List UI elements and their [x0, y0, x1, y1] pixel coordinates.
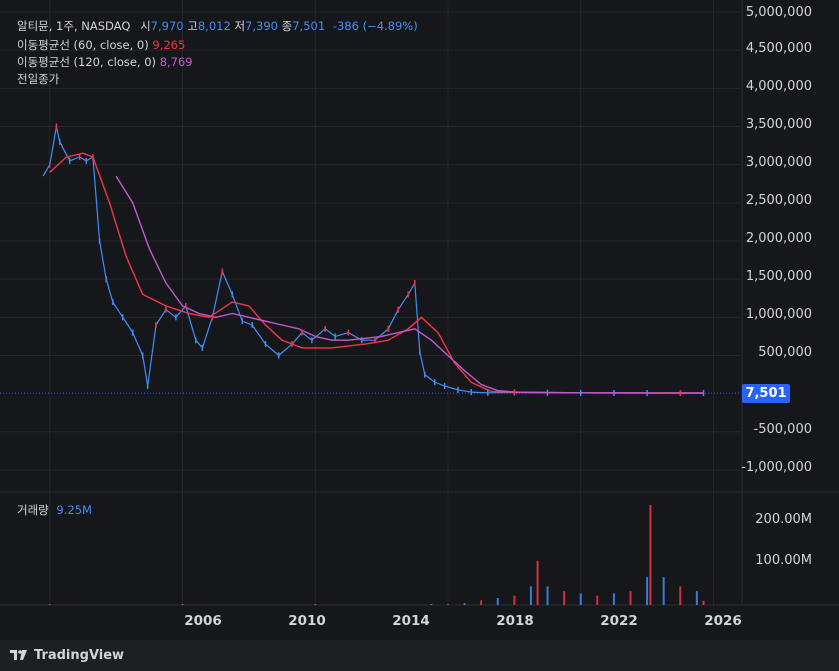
legend-ma120-label: 이동평균선 (120, close, 0) [17, 55, 157, 69]
chart-frame: 알티뮨, 1주, NASDAQ 시7,970 고8,012 저7,390 종7,… [0, 0, 839, 640]
volume-bar [529, 586, 532, 605]
price-tick: 2,000,000 [745, 231, 812, 246]
legend-ma60[interactable]: 이동평균선 (60, close, 0) 9,265 [17, 37, 185, 53]
volume-bar [546, 586, 549, 605]
x-tick: 2014 [392, 613, 430, 629]
legend-close: 7,501 [292, 19, 326, 33]
volume-bar [181, 604, 184, 605]
volume-bar [629, 591, 632, 605]
price-tick: -500,000 [753, 422, 812, 437]
x-tick: 2018 [496, 613, 534, 629]
brand-name: TradingView [34, 648, 125, 663]
price-tick: 3,500,000 [745, 117, 812, 132]
volume-bar [496, 598, 499, 605]
price-tick: 3,000,000 [745, 155, 812, 170]
ma120-line [115, 175, 704, 394]
tradingview-logo-icon [10, 650, 27, 660]
price-tick: 500,000 [758, 345, 812, 360]
volume-tick: 100.00M [755, 553, 812, 568]
legend-ma60-value: 9,265 [152, 38, 186, 52]
legend-open: 7,970 [150, 19, 184, 33]
legend-prev-close-label: 전일종가 [17, 72, 60, 86]
price-tick: 2,500,000 [745, 193, 812, 208]
legend-prev-close[interactable]: 전일종가 [17, 71, 59, 87]
price-tick: 5,000,000 [745, 5, 812, 20]
volume-bar [695, 591, 698, 605]
volume-bar [314, 604, 317, 605]
x-tick: 2026 [704, 613, 742, 629]
legend-ma120[interactable]: 이동평균선 (120, close, 0) 8,769 [17, 54, 193, 70]
volume-bar [480, 600, 483, 605]
volume-bar [662, 577, 665, 605]
volume-bar [513, 595, 516, 605]
volume-bar [579, 593, 582, 605]
price-tick: 4,500,000 [745, 41, 812, 56]
volume-bar [612, 593, 615, 605]
volume-value: 9.25M [56, 503, 92, 517]
volume-label: 거래량 [17, 503, 49, 517]
price-tick: 4,000,000 [745, 79, 812, 94]
legend-symbol: 알티뮨, 1주, NASDAQ [17, 19, 131, 33]
x-tick: 2022 [600, 613, 638, 629]
price-tick: -1,000,000 [741, 460, 812, 475]
legend-low: 7,390 [245, 19, 278, 33]
price-tick: 1,500,000 [745, 269, 812, 284]
x-tick: 2006 [184, 613, 222, 629]
volume-bar [430, 604, 433, 605]
legend-open-label: 시 [140, 19, 151, 33]
footer: TradingView [0, 640, 839, 671]
volume-tick: 200.00M [755, 512, 812, 527]
volume-bar [536, 560, 539, 605]
volume-bar [646, 577, 649, 605]
price-tick: 1,000,000 [745, 307, 812, 322]
legend-low-label: 저 [234, 19, 246, 33]
tradingview-logo[interactable]: TradingView [10, 648, 124, 663]
volume-bar [702, 600, 705, 605]
x-tick: 2010 [288, 613, 326, 629]
ma60-line [49, 152, 704, 394]
volume-bar [446, 604, 449, 605]
chart-canvas[interactable] [0, 0, 839, 640]
legend-ohlc: 알티뮨, 1주, NASDAQ 시7,970 고8,012 저7,390 종7,… [17, 18, 418, 34]
legend-high: 8,012 [197, 19, 231, 33]
volume-bar [596, 595, 599, 605]
volume-bar [649, 504, 652, 605]
legend-ma60-label: 이동평균선 (60, close, 0) [17, 38, 149, 52]
volume-bar [679, 586, 682, 605]
legend-change: -386 (−4.89%) [332, 19, 418, 33]
volume-legend[interactable]: 거래량 9.25M [17, 502, 92, 518]
last-price-badge: 7,501 [742, 384, 790, 403]
legend-ma120-value: 8,769 [159, 55, 193, 69]
volume-bar [48, 604, 51, 605]
legend-high-label: 고 [187, 19, 198, 33]
volume-bar [563, 591, 566, 605]
legend-close-label: 종 [281, 19, 293, 33]
volume-bar [463, 603, 466, 605]
